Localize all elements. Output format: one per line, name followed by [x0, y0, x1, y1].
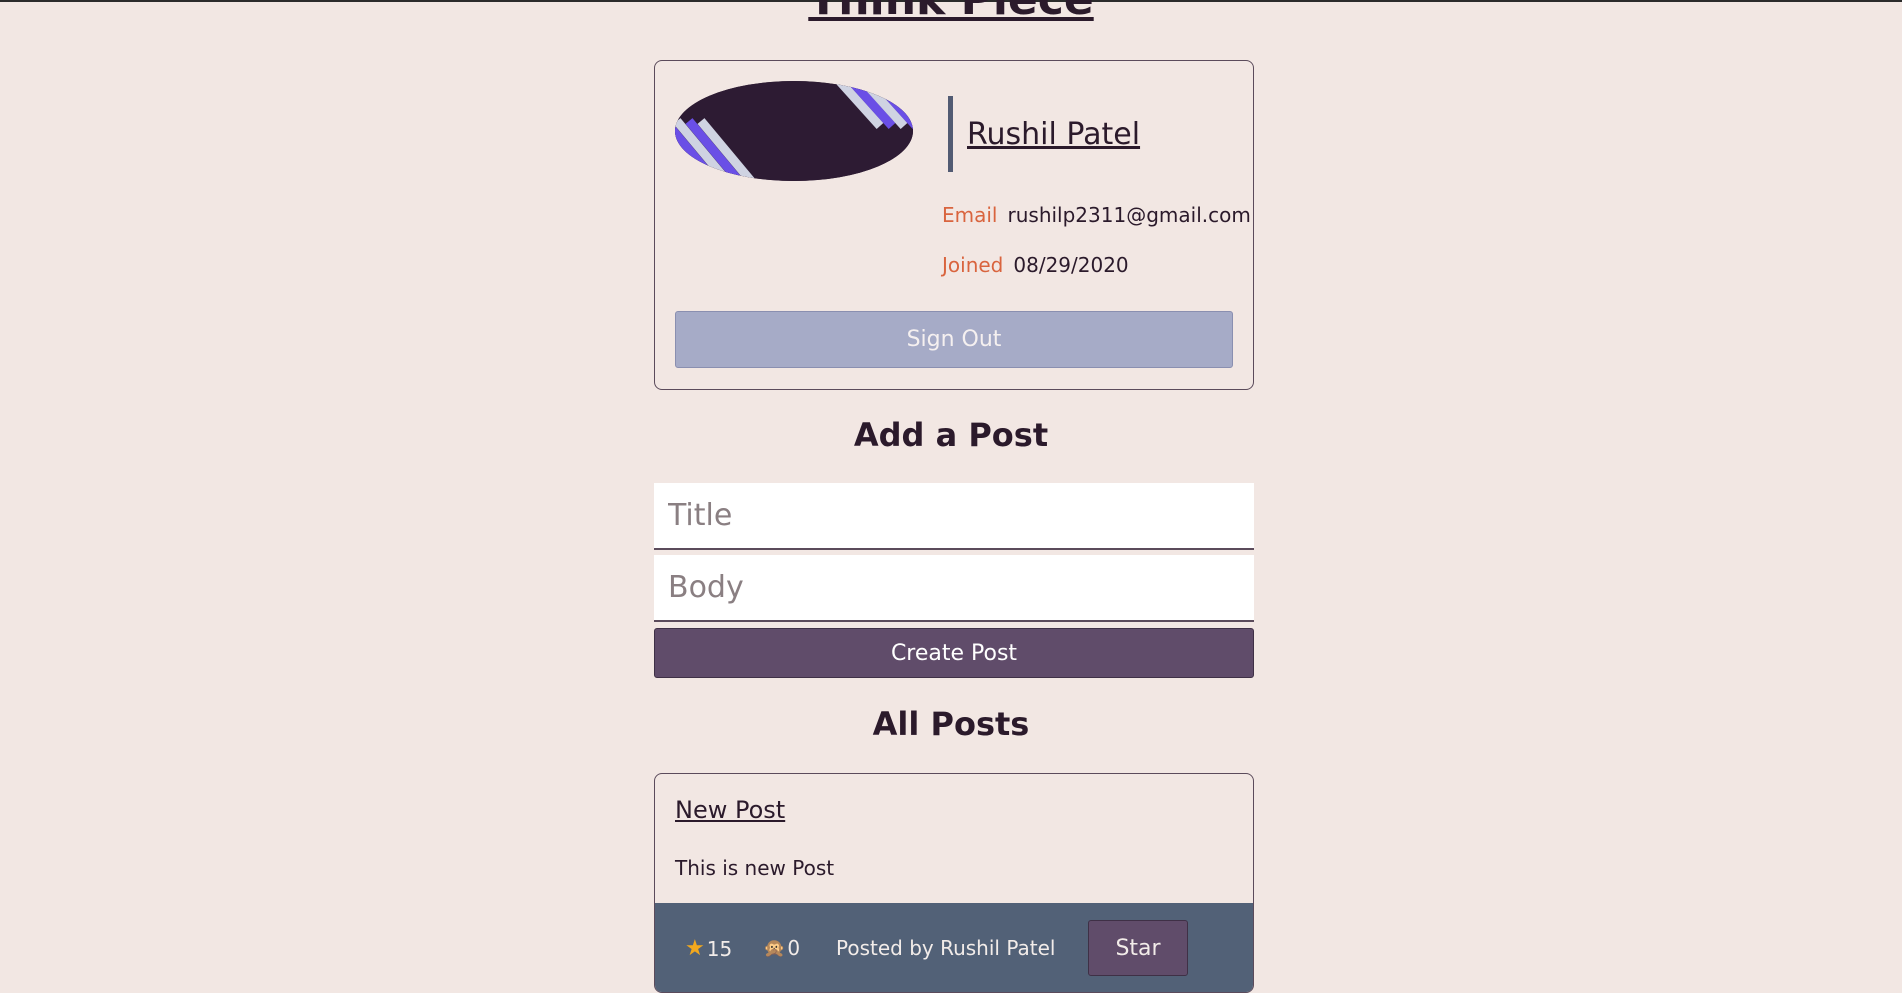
avatar-pattern-image [675, 81, 913, 181]
post-footer: ★ 15 🙊 0 Posted by Rushil Patel Star [655, 903, 1253, 992]
add-post-heading: Add a Post [853, 416, 1049, 454]
user-name-link[interactable]: Rushil Patel [967, 117, 1140, 152]
page-title[interactable]: Think Piece [0, 0, 1902, 22]
joined-value: 08/29/2020 [1013, 253, 1129, 277]
avatar [675, 81, 913, 181]
all-posts-heading: All Posts [872, 705, 1030, 743]
post-body-input[interactable] [654, 555, 1254, 622]
email-label: Email [942, 203, 998, 227]
comment-count-value: 0 [787, 936, 801, 960]
star-icon: ★ [685, 936, 705, 961]
post-title-input[interactable] [654, 483, 1254, 550]
posted-by-text: Posted by Rushil Patel [836, 936, 1056, 960]
joined-label: Joined [942, 253, 1004, 277]
user-name-block: Rushil Patel [948, 96, 1140, 172]
post-body-text: This is new Post [675, 856, 835, 880]
star-button[interactable]: Star [1088, 920, 1188, 976]
monkey-icon: 🙊 [763, 937, 786, 959]
post-card: New Post This is new Post ★ 15 🙊 0 Poste… [654, 773, 1254, 993]
profile-card: Rushil Patel Email rushilp2311@gmail.com… [654, 60, 1254, 390]
star-count: ★ 15 [685, 936, 732, 961]
star-count-value: 15 [706, 936, 733, 961]
sign-out-button[interactable]: Sign Out [675, 311, 1233, 368]
post-title-link[interactable]: New Post [675, 796, 785, 824]
comment-count: 🙊 0 [763, 936, 800, 960]
joined-row: Joined 08/29/2020 [942, 253, 1129, 277]
create-post-button[interactable]: Create Post [654, 628, 1254, 678]
email-value: rushilp2311@gmail.com [1007, 203, 1251, 227]
email-row: Email rushilp2311@gmail.com [942, 203, 1251, 227]
